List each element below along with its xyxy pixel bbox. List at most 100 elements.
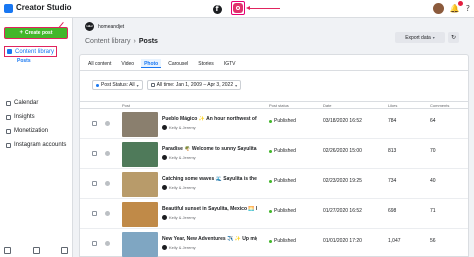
table-header: Post Post status Date Likes Comments [80,101,468,109]
sidebar-item-calendar[interactable]: Calendar [4,96,70,110]
row-checkbox[interactable] [92,211,97,216]
post-comments: 64 [430,118,436,124]
avatar[interactable] [432,3,444,14]
post-status-filter[interactable]: Post Status: All ▾ [92,80,143,90]
tab-stories[interactable]: Stories [195,59,217,68]
instagram-icon [233,3,243,13]
post-type-icon [105,211,110,216]
chevron-down-icon: ▾ [432,35,435,40]
published-dot-icon [269,149,272,153]
page-title: Posts [138,38,158,45]
export-data-button[interactable]: Export data ▾ [395,32,445,43]
bell-icon[interactable]: 🔔 [450,1,463,14]
refresh-button[interactable]: ↻ [448,32,459,43]
post-type-icon [105,241,110,246]
post-thumbnail[interactable] [122,112,158,137]
post-caption[interactable]: Pueblo Mágico ✨ An hour northwest of P [162,116,257,122]
status-dot-icon [96,83,99,87]
sidebar-item-monetization[interactable]: Monetization [4,124,70,138]
table-row[interactable]: Catching some waves 🌊 Sayulita is the p K… [80,170,468,199]
table-row[interactable]: Paradise 🌴 Welcome to sunny Sayulita! Kel… [80,140,468,169]
account-switcher[interactable]: H&J homeandjet [85,22,124,31]
collapse-icon[interactable] [61,247,68,254]
table-row[interactable]: Beautiful sunset in Sayulita, Mexico 🌅 F… [80,200,468,229]
column-header-post[interactable]: Post [122,103,130,108]
column-header-comments[interactable]: Comments [430,103,449,108]
tab-photo[interactable]: Photo [141,59,162,68]
table-row[interactable]: Pueblo Mágico ✨ An hour northwest of P Ke… [80,110,468,139]
sidebar-item-instagram-accounts[interactable]: Instagram accounts [4,138,70,152]
app-title: Creator Studio [16,3,72,12]
post-likes: 698 [388,208,397,214]
sidebar-item-label: Calendar [14,100,39,106]
facebook-icon: f [212,4,222,14]
post-caption[interactable]: New Year, New Adventures ✈️ ✨ Up mighty [162,236,257,242]
status-badge: Published [269,208,296,214]
status-label: Published [274,148,296,154]
post-type-icon [105,121,110,126]
published-dot-icon [269,119,272,123]
chevron-down-icon: ▾ [136,82,139,88]
author-name: Kelly & Jeremy [169,155,196,160]
avatar [162,245,167,250]
create-post-label: Create post [25,30,53,36]
table-row[interactable]: New Year, New Adventures ✈️ ✨ Up mighty K… [80,230,468,257]
post-likes: 734 [388,178,397,184]
export-label: Export data [405,34,431,41]
instagram-tab[interactable] [231,1,245,15]
divider [80,70,468,71]
post-thumbnail[interactable] [122,202,158,227]
feedback-icon[interactable] [32,247,40,254]
notification-badge [457,1,463,6]
status-label: Published [274,178,296,184]
sidebar-item-insights[interactable]: Insights [4,110,70,124]
post-author: Kelly & Jeremy [162,245,196,250]
create-post-button[interactable]: + Create post [4,27,68,39]
account-name: homeandjet [98,23,125,30]
column-header-date[interactable]: Date [323,103,331,108]
row-checkbox[interactable] [92,151,97,156]
post-type-icon [105,151,110,156]
filter-bar: Post Status: All ▾ All time: Jan 1, 2009… [92,80,242,90]
row-checkbox[interactable] [92,241,97,246]
top-bar: Creator Studio f 🔔 ? [0,0,474,18]
post-author: Kelly & Jeremy [162,215,196,220]
row-checkbox[interactable] [92,181,97,186]
column-header-likes[interactable]: Likes [388,103,397,108]
post-thumbnail[interactable] [122,172,158,197]
settings-icon[interactable] [4,247,11,254]
tab-video[interactable]: Video [118,59,137,68]
nav-list: Calendar Insights Monetization Instagram… [4,96,70,152]
sidebar: + Create post Content library Posts Cale… [0,18,73,257]
annotation-arrow-line [248,8,280,9]
post-thumbnail[interactable] [122,232,158,257]
author-name: Kelly & Jeremy [169,125,196,130]
post-thumbnail[interactable] [122,142,158,167]
status-label: Published [274,238,296,244]
top-right-controls: 🔔 ? [432,1,470,14]
post-caption[interactable]: Beautiful sunset in Sayulita, Mexico 🌅 F… [162,206,257,212]
post-author: Kelly & Jeremy [162,155,196,160]
column-header-status[interactable]: Post status [269,103,289,108]
help-icon[interactable]: ? [466,3,470,14]
tab-all-content[interactable]: All content [85,59,114,68]
post-caption[interactable]: Paradise 🌴 Welcome to sunny Sayulita! [162,146,257,152]
post-likes: 1,047 [388,238,401,244]
content-panel: All content Video Photo Carousel Stories… [79,54,469,257]
facebook-tab[interactable]: f [210,2,224,16]
post-author: Kelly & Jeremy [162,185,196,190]
main-content: H&J homeandjet Content library › Posts E… [73,18,474,257]
status-label: Published [274,208,296,214]
tab-carousel[interactable]: Carousel [165,59,191,68]
sidebar-subitem-posts[interactable]: Posts [4,57,70,66]
sidebar-item-content-library[interactable]: Content library [4,46,57,57]
tab-igtv[interactable]: IGTV [221,59,239,68]
date-range-filter[interactable]: All time: Jan 1, 2009 – Apr 3, 2022 ▾ [146,80,242,90]
post-date: 02/23/2020 19:25 [323,178,362,184]
breadcrumb-content-library[interactable]: Content library [85,38,131,45]
sidebar-item-label: Instagram accounts [14,142,67,148]
post-caption[interactable]: Catching some waves 🌊 Sayulita is the p [162,176,257,182]
account-avatar: H&J [85,22,94,31]
row-checkbox[interactable] [92,121,97,126]
status-badge: Published [269,118,296,124]
